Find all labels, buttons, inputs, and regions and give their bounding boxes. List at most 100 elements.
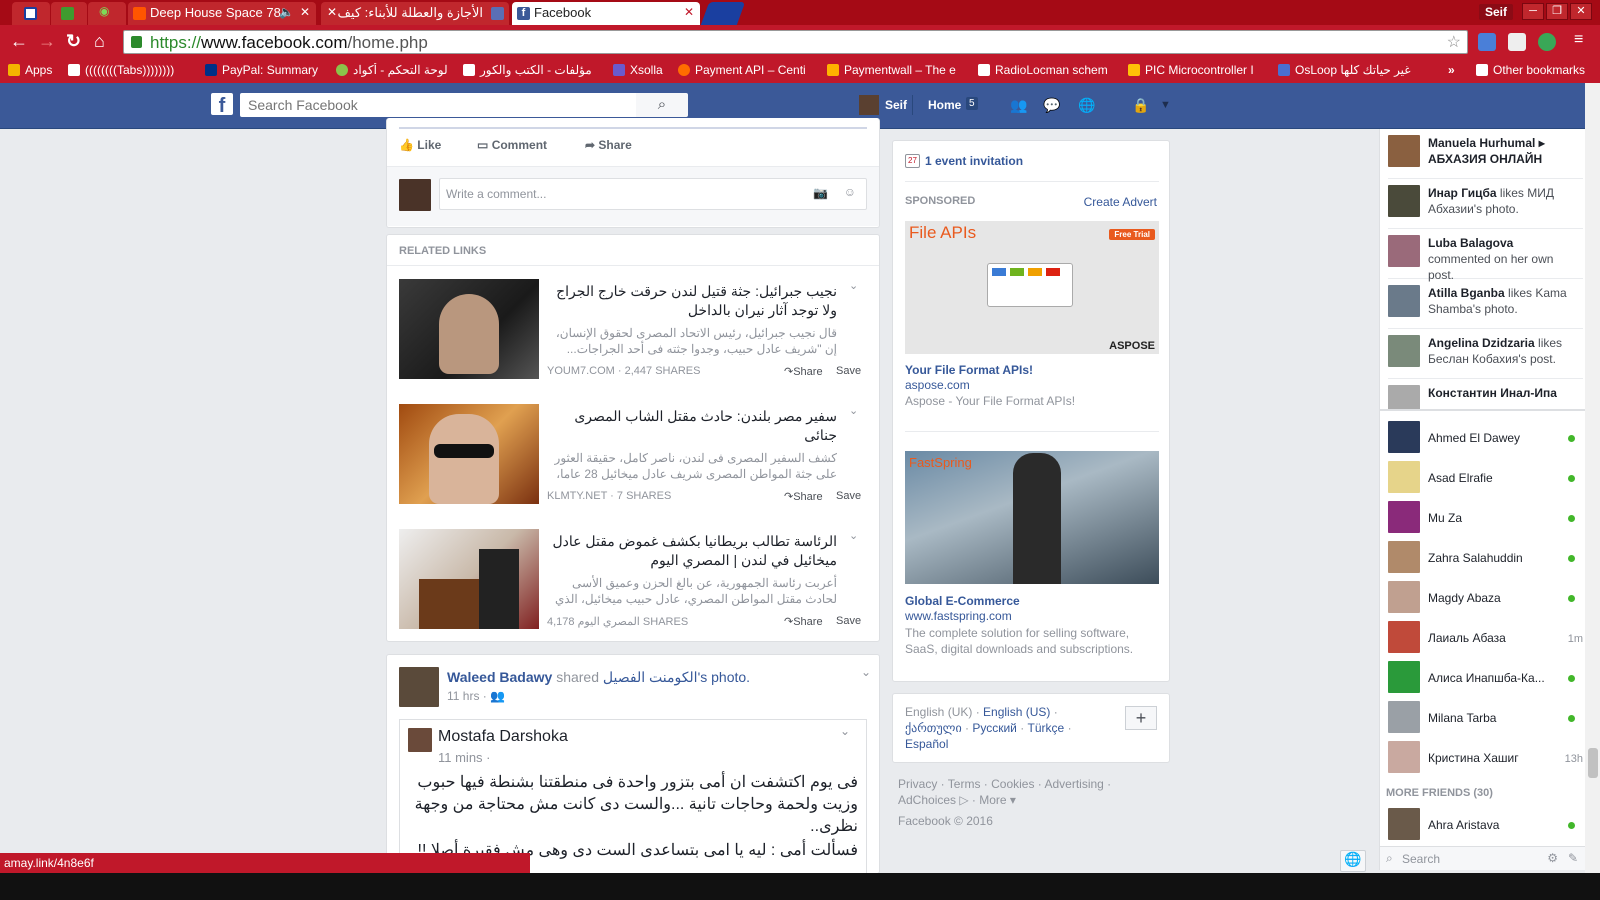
ad-image[interactable]: FastSpring [905, 451, 1159, 584]
friend-requests-icon[interactable]: 👥 [1010, 97, 1028, 113]
language-link[interactable]: Русский [972, 721, 1017, 735]
comment-button[interactable]: ▭ Comment [477, 138, 547, 152]
post-time[interactable]: 11 hrs · 👥 [447, 689, 505, 703]
pinned-tab-3[interactable]: ◉ [88, 2, 126, 25]
notifications-icon[interactable]: 🌐 [1078, 97, 1096, 113]
tab-facebook[interactable]: f Facebook ✕ [512, 2, 700, 25]
language-link[interactable]: English (US) [983, 705, 1050, 719]
bookmark-osloop[interactable]: OsLoop غير حياتك كلها [1278, 63, 1421, 77]
save-link[interactable]: Save [836, 490, 861, 502]
menu-icon[interactable]: ≡ [1574, 31, 1583, 49]
ad-image[interactable]: File APIs Free Trial ASPOSE [905, 221, 1159, 354]
ticker-item[interactable]: Инар Гицба likes МИД Абхазии's photo. [1388, 181, 1583, 229]
link-thumbnail[interactable] [399, 404, 539, 504]
privacy-shortcuts-icon[interactable]: 🔒 [1132, 97, 1150, 113]
ad-title[interactable]: Your File Format APIs! [905, 363, 1033, 377]
related-link-item[interactable]: نجيب جبرائيل: جثة قتيل لندن حرقت خارج ال… [387, 279, 879, 389]
share-link[interactable]: ↷Share [784, 490, 823, 503]
chat-search-input[interactable]: Search [1402, 852, 1440, 866]
search-input[interactable] [240, 93, 636, 117]
camera-icon[interactable]: 📷 [813, 186, 828, 200]
related-link-item[interactable]: الرئاسة تطالب بريطانيا بكشف غموض مقتل عا… [387, 529, 879, 639]
back-icon[interactable]: ← [10, 31, 28, 52]
home-link[interactable]: Home [928, 98, 961, 112]
link-title[interactable]: سفير مصر بلندن: حادث مقتل الشاب المصرى ج… [547, 407, 837, 445]
chat-contact[interactable]: Кристина Хашиг 13h [1388, 737, 1583, 777]
address-bar[interactable]: https://www.facebook.com/home.php ☆ [123, 30, 1468, 54]
page-link[interactable]: الكومنت الفصيل [603, 669, 698, 685]
chat-contact[interactable]: Zahra Salahuddin [1388, 537, 1583, 577]
chat-contact[interactable]: Asad Elrafie [1388, 457, 1583, 497]
ticker-item[interactable]: Константин Инал-Ипа [1388, 381, 1583, 409]
chat-contact[interactable]: Milana Tarba [1388, 697, 1583, 737]
search-button[interactable]: ⌕ [636, 93, 688, 117]
link-thumbnail[interactable] [399, 529, 539, 629]
home-icon[interactable]: ⌂ [94, 31, 105, 52]
translate-icon[interactable] [1478, 33, 1496, 51]
compose-icon[interactable]: ✎ [1568, 851, 1578, 865]
language-link[interactable]: ქართული [905, 721, 962, 735]
bookmark-pic[interactable]: PIC Microcontroller I [1128, 63, 1268, 77]
bookmark-paypal[interactable]: PayPal: Summary [205, 63, 323, 77]
ticker-item[interactable]: Luba Balagova commented on her own post. [1388, 231, 1583, 282]
minimize-button[interactable]: ─ [1522, 3, 1544, 20]
chat-contact[interactable]: Ahra Aristava [1388, 804, 1583, 844]
chat-contact[interactable]: Mu Za [1388, 497, 1583, 537]
bookmark-books[interactable]: مؤلفات - الكتب والكور [463, 63, 601, 77]
link-thumbnail[interactable] [399, 279, 539, 379]
avatar[interactable] [399, 667, 439, 707]
like-button[interactable]: 👍 Like [399, 138, 441, 152]
link-title[interactable]: نجيب جبرائيل: جثة قتيل لندن حرقت خارج ال… [547, 282, 837, 320]
related-link-item[interactable]: سفير مصر بلندن: حادث مقتل الشاب المصرى ج… [387, 404, 879, 514]
ticker-item[interactable]: Atilla Bganba likes Kama Shamba's photo. [1388, 281, 1583, 329]
close-icon[interactable]: ✕ [300, 5, 310, 19]
chat-search-bar[interactable]: ⌕ Search ⚙ ✎ [1380, 846, 1586, 870]
author-link[interactable]: Waleed Badawy [447, 669, 552, 685]
ad-title[interactable]: Global E-Commerce [905, 594, 1020, 608]
profile-link[interactable]: Seif [885, 98, 907, 112]
forward-icon[interactable]: → [38, 31, 56, 52]
ad-url[interactable]: aspose.com [905, 378, 970, 392]
save-link[interactable]: Save [836, 615, 861, 627]
tab-deep-house[interactable]: Deep House Space 78 🔈 ✕ [128, 2, 316, 25]
share-button[interactable]: ➦ Share [585, 138, 632, 152]
chat-contact[interactable]: Magdy Abaza [1388, 577, 1583, 617]
chat-contact[interactable]: Алиса Инапшба-Ка... [1388, 657, 1583, 697]
ticker-item[interactable]: Angelina Dzidzaria likes Беслан Кобахия'… [1388, 331, 1583, 379]
bookmark-star-icon[interactable]: ☆ [1447, 32, 1461, 52]
share-link[interactable]: ↷Share [784, 365, 823, 378]
emoji-icon[interactable]: ☺ [844, 185, 856, 199]
event-invitation-link[interactable]: 1 event invitation [925, 154, 1023, 168]
bookmark-xsolla[interactable]: Xsolla [613, 63, 675, 77]
chevron-down-icon[interactable]: ⌄ [849, 529, 858, 542]
maximize-button[interactable]: ❐ [1546, 3, 1568, 20]
avatar[interactable] [859, 95, 879, 115]
close-window-button[interactable]: ✕ [1570, 3, 1592, 20]
bookmark-paymentwall[interactable]: Paymentwall – The e [827, 63, 967, 77]
photo-link[interactable]: 's photo. [698, 669, 751, 685]
pinned-tab-1[interactable] [12, 2, 50, 25]
bookmark-control-panel[interactable]: لوحة التحكم - أكواد [336, 63, 451, 77]
bookmark-apps[interactable]: Apps [8, 63, 52, 77]
share-link[interactable]: ↷Share [784, 615, 823, 628]
more-bookmarks-chevron[interactable]: » [1448, 63, 1455, 77]
chevron-down-icon[interactable]: ⌄ [849, 279, 858, 292]
chevron-down-icon[interactable]: ⌄ [849, 404, 858, 417]
close-icon[interactable]: ✕ [327, 5, 337, 19]
comment-input[interactable]: Write a comment... 📷 ☺ [439, 178, 867, 210]
language-link[interactable]: Türkçe [1028, 721, 1065, 735]
scrollbar-thumb[interactable] [1588, 748, 1598, 778]
footer-links[interactable]: AdChoices ▷ · More ▾ [898, 792, 1168, 808]
profile-button[interactable]: Seif [1479, 4, 1514, 20]
bookmark-radiolocman[interactable]: RadioLocman schem [978, 63, 1115, 77]
tab-arabic-article[interactable]: الأجازة والعطلة للأبناء: كيف ✕ [321, 2, 509, 25]
save-link[interactable]: Save [836, 365, 861, 377]
messages-icon[interactable]: 💬 [1043, 97, 1061, 113]
shared-photo[interactable]: Mostafa Darshoka 11 mins · ⌄ فى يوم اكتش… [399, 719, 867, 875]
footer-links[interactable]: Privacy · Terms · Cookies · Advertising … [898, 776, 1168, 792]
new-tab-button[interactable] [700, 2, 746, 25]
gear-icon[interactable]: ⚙ [1547, 851, 1558, 865]
bookmark-other[interactable]: Other bookmarks [1476, 63, 1585, 77]
chat-contact[interactable]: Ahmed El Dawey [1388, 417, 1583, 457]
facebook-logo[interactable]: f [211, 93, 233, 117]
